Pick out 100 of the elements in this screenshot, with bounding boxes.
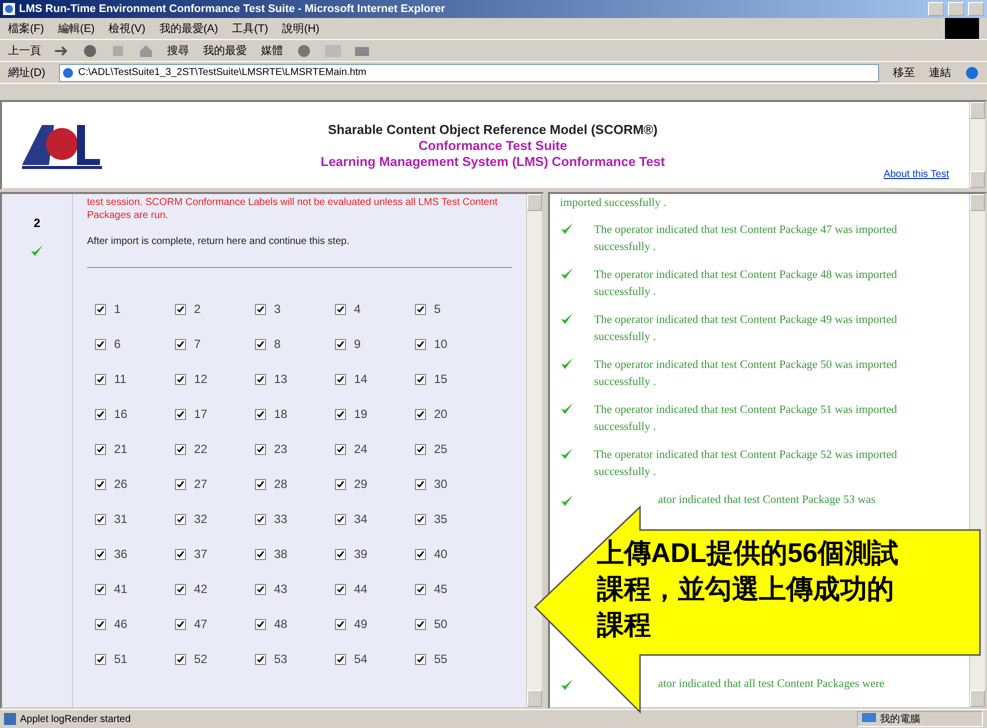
check-icon: [560, 402, 574, 416]
checkbox[interactable]: [95, 304, 106, 314]
menu-item[interactable]: 檔案(F): [8, 21, 44, 36]
checkbox[interactable]: [255, 654, 266, 664]
checkbox[interactable]: [415, 408, 426, 420]
checkbox[interactable]: [415, 548, 426, 560]
checkbox[interactable]: [335, 374, 346, 384]
favorites-button[interactable]: 我的最愛: [203, 43, 247, 58]
checkbox[interactable]: [415, 584, 426, 594]
scrollbar[interactable]: [526, 194, 542, 707]
checkbox[interactable]: [175, 548, 186, 560]
check-icon: [560, 494, 574, 508]
checkbox[interactable]: [335, 478, 346, 490]
checkbox[interactable]: [335, 618, 346, 630]
checkbox[interactable]: [255, 444, 266, 454]
checkbox[interactable]: [175, 408, 186, 420]
checkbox[interactable]: [415, 514, 426, 524]
menu-item[interactable]: 說明(H): [282, 21, 320, 36]
checkbox[interactable]: [95, 444, 106, 454]
checkbox[interactable]: [255, 618, 266, 630]
menu-item[interactable]: 我的最愛(A): [159, 21, 218, 36]
checkbox[interactable]: [335, 584, 346, 594]
checkbox[interactable]: [255, 374, 266, 384]
checkbox[interactable]: [95, 654, 106, 664]
checkbox[interactable]: [175, 338, 186, 350]
package-number: 10: [434, 337, 448, 351]
checkbox[interactable]: [415, 304, 426, 314]
package-number: 32: [194, 512, 208, 526]
package-number: 38: [274, 547, 288, 561]
checkbox[interactable]: [415, 374, 426, 384]
zone-text: 我的電腦: [880, 712, 920, 726]
menu-item[interactable]: 編輯(E): [58, 21, 95, 36]
checkbox[interactable]: [415, 444, 426, 454]
checkbox[interactable]: [335, 548, 346, 560]
checkbox[interactable]: [95, 548, 106, 560]
log-entry: The operator indicated that test Content Package 51 was imported successfully .: [594, 403, 898, 435]
checkbox[interactable]: [415, 478, 426, 490]
checkbox[interactable]: [415, 338, 426, 350]
log-text: imported successfully .: [560, 196, 668, 211]
checkbox[interactable]: [95, 478, 106, 490]
package-number: 17: [194, 407, 208, 421]
checkbox[interactable]: [95, 514, 106, 524]
checkbox[interactable]: [255, 478, 266, 490]
checkbox[interactable]: [255, 514, 266, 524]
checkbox[interactable]: [255, 304, 266, 314]
checkbox[interactable]: [335, 514, 346, 524]
address-text: C:\ADL\TestSuite1_3_2ST\TestSuite\LMSRTE\LMSRTEMain.htm: [78, 67, 366, 78]
stop-icon[interactable]: [83, 44, 97, 58]
package-number: 9: [354, 337, 361, 351]
checkbox[interactable]: [175, 618, 186, 630]
scrollbar[interactable]: [969, 102, 985, 188]
log-entry: The operator indicated that test Content Package 47 was imported successfully .: [594, 223, 898, 255]
checkbox[interactable]: [175, 374, 186, 384]
package-number: 2: [194, 302, 201, 316]
back-button[interactable]: 上一頁: [8, 43, 41, 58]
checkbox[interactable]: [95, 584, 106, 594]
history-icon[interactable]: [297, 44, 311, 58]
search-button[interactable]: 搜尋: [167, 43, 189, 58]
checkbox[interactable]: [175, 584, 186, 594]
callout-text: 上傳ADL提供的56個測試課程，並勾選上傳成功的課程: [597, 537, 900, 642]
package-number: 52: [194, 652, 208, 666]
checkbox[interactable]: [335, 444, 346, 454]
package-number: 23: [274, 442, 288, 456]
toolbar-icon[interactable]: [965, 66, 979, 80]
page-title: Sharable Content Object Reference Model (SCORM®): [328, 122, 658, 136]
checkbox[interactable]: [335, 408, 346, 420]
checkbox[interactable]: [175, 304, 186, 314]
package-number: 34: [354, 512, 368, 526]
check-icon: [560, 312, 574, 326]
menu-item[interactable]: 工具(T): [232, 21, 268, 36]
checkbox[interactable]: [415, 618, 426, 630]
checkbox[interactable]: [175, 514, 186, 524]
media-button[interactable]: 媒體: [261, 43, 283, 58]
checkbox[interactable]: [335, 338, 346, 350]
about-link[interactable]: About this Test: [884, 169, 949, 180]
checkbox[interactable]: [255, 338, 266, 350]
menu-item[interactable]: 檢視(V): [108, 21, 146, 36]
checkbox[interactable]: [95, 338, 106, 350]
checkbox[interactable]: [95, 374, 106, 384]
links-button[interactable]: 連結: [929, 65, 951, 80]
checkbox[interactable]: [255, 548, 266, 560]
checkbox[interactable]: [95, 408, 106, 420]
checkbox[interactable]: [175, 654, 186, 664]
checkbox[interactable]: [255, 584, 266, 594]
package-number: 12: [194, 372, 208, 386]
forward-icon[interactable]: [55, 46, 69, 56]
go-button[interactable]: 移至: [893, 65, 915, 80]
address-field[interactable]: C:\ADL\TestSuite1_3_2ST\TestSuite\LMSRTE\LMSRTEMain.htm: [59, 64, 879, 82]
checkbox[interactable]: [95, 618, 106, 630]
checkbox[interactable]: [335, 654, 346, 664]
package-number: 48: [274, 617, 288, 631]
package-number: 33: [274, 512, 288, 526]
checkbox[interactable]: [335, 304, 346, 314]
checkbox[interactable]: [175, 478, 186, 490]
package-number: 14: [354, 372, 368, 386]
package-number: 35: [434, 512, 448, 526]
checkbox[interactable]: [415, 654, 426, 664]
checkbox[interactable]: [255, 408, 266, 420]
checkbox[interactable]: [175, 444, 186, 454]
package-number: 19: [354, 407, 368, 421]
